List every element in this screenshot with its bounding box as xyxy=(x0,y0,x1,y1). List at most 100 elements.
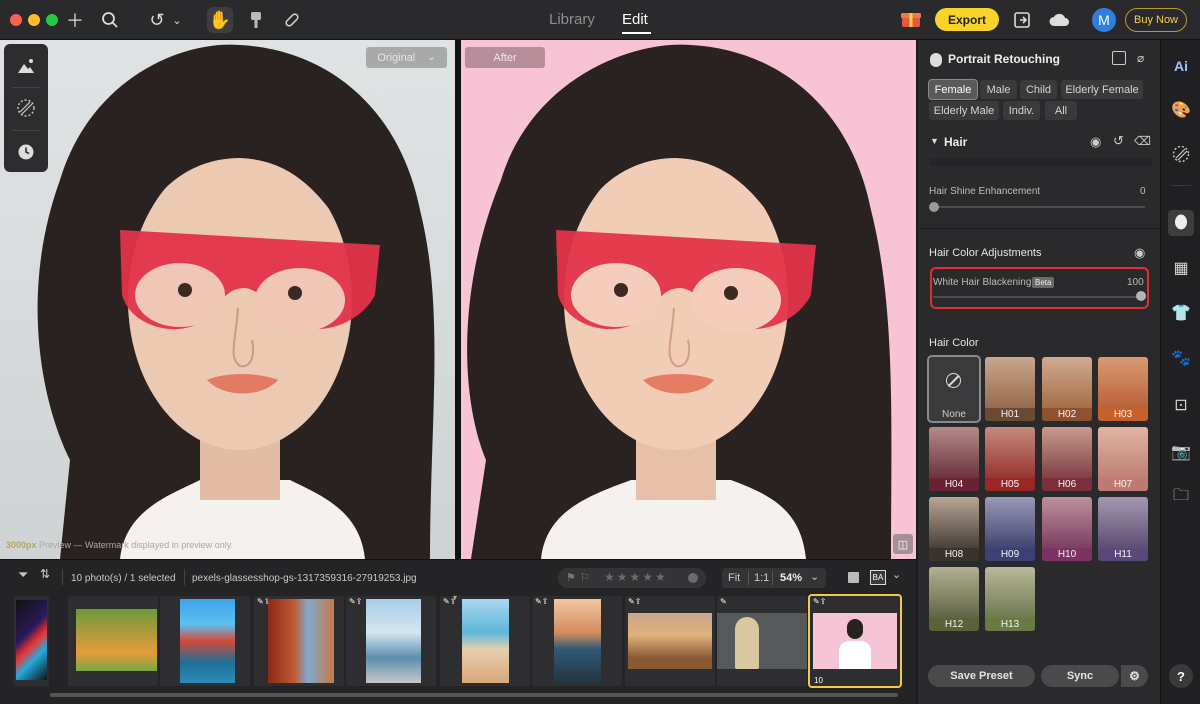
ai-icon[interactable]: Ai xyxy=(1169,54,1193,78)
zoom-level[interactable]: 54% xyxy=(780,572,802,584)
shine-slider-track[interactable] xyxy=(932,206,1145,208)
folder-view-icon[interactable]: 🗀 xyxy=(1169,485,1193,509)
swatch-h01[interactable]: H01 xyxy=(985,357,1035,421)
link-icon[interactable]: ⌀ xyxy=(1137,51,1144,65)
thumbnail[interactable]: ✎⇪ xyxy=(440,596,530,686)
filmstrip-toolbar: ⏷ ⇅ 10 photo(s) / 1 selected pexels-glas… xyxy=(0,560,916,594)
swatch-h13[interactable]: H13 xyxy=(985,567,1035,631)
swatch-h08[interactable]: H08 xyxy=(929,497,979,561)
image-canvas[interactable]: Original ⌄ 3000px Preview — Watermark di… xyxy=(0,40,916,559)
export-panel-icon[interactable] xyxy=(1010,8,1034,32)
face-select-icon[interactable] xyxy=(1112,51,1126,65)
section-scroll-edge xyxy=(930,158,1152,166)
swatch-h12[interactable]: H12 xyxy=(929,567,979,631)
filter-female[interactable]: Female xyxy=(928,79,978,100)
collapse-triangle-icon[interactable]: ▼ xyxy=(930,136,939,146)
thumbnail[interactable]: ✎ xyxy=(717,596,807,686)
export-button[interactable]: Export xyxy=(935,8,999,31)
swatch-none[interactable]: None xyxy=(927,355,981,423)
thumbnail[interactable]: ✎⇪ xyxy=(346,596,436,686)
white-hair-slider-track[interactable] xyxy=(933,296,1143,298)
thumbnail[interactable]: ✎⇪ xyxy=(254,596,344,686)
thumbnail[interactable]: ✎⇪ xyxy=(532,596,622,686)
shine-slider-knob[interactable] xyxy=(929,202,939,212)
star-rating[interactable]: ★★★★★ xyxy=(604,570,668,584)
camera-icon[interactable]: 📷 xyxy=(1169,440,1193,464)
chevron-down-icon[interactable]: ⌄ xyxy=(892,568,901,581)
sort-icon[interactable]: ⇅ xyxy=(40,567,50,581)
add-icon[interactable]: ＋ xyxy=(63,8,87,32)
filter-individual[interactable]: Indiv. xyxy=(1003,101,1040,120)
swatch-h09[interactable]: H09 xyxy=(985,497,1035,561)
buy-now-button[interactable]: Buy Now xyxy=(1125,8,1187,32)
tab-edit[interactable]: Edit xyxy=(622,11,648,28)
filter-icon[interactable]: ⏷ xyxy=(18,567,28,583)
filter-child[interactable]: Child xyxy=(1020,80,1057,99)
thumbnail[interactable]: ✎⇪ xyxy=(625,596,715,686)
active-tab-indicator xyxy=(622,32,651,34)
zoom-window-button[interactable] xyxy=(46,14,58,26)
chevron-down-icon[interactable]: ▾ xyxy=(453,593,461,602)
cloud-icon[interactable] xyxy=(1047,8,1071,32)
filmstrip-scrollbar[interactable] xyxy=(50,693,898,697)
history-clock-icon[interactable] xyxy=(14,140,38,164)
swatch-h10[interactable]: H10 xyxy=(1042,497,1092,561)
after-photo[interactable]: After ◫ xyxy=(461,40,916,559)
eye-icon[interactable]: ◉ xyxy=(1090,134,1101,150)
reject-flag-icon[interactable]: ⚐ xyxy=(580,571,590,584)
single-view-icon[interactable] xyxy=(848,572,859,583)
before-after-view-icon[interactable]: BA xyxy=(870,570,886,585)
texture-icon[interactable] xyxy=(14,96,38,120)
crop-icon[interactable]: ⊡ xyxy=(1169,393,1193,417)
hand-tool-icon[interactable]: ✋ xyxy=(207,7,233,33)
minimize-window-button[interactable] xyxy=(28,14,40,26)
background-icon[interactable]: ▦ xyxy=(1169,256,1193,280)
white-hair-slider-knob[interactable] xyxy=(1136,291,1146,301)
chevron-down-icon[interactable]: ⌄ xyxy=(810,570,819,583)
auto-adjust-icon[interactable] xyxy=(14,54,38,78)
bandage-tool-icon[interactable] xyxy=(280,8,304,32)
thumbnail[interactable] xyxy=(160,596,250,686)
swatch-h05[interactable]: H05 xyxy=(985,427,1035,491)
save-preset-button[interactable]: Save Preset xyxy=(928,665,1035,687)
texture-icon[interactable] xyxy=(1169,142,1193,166)
erase-icon[interactable]: ⌫ xyxy=(1134,134,1151,148)
swatch-h03[interactable]: H03 xyxy=(1098,357,1148,421)
help-icon[interactable]: ? xyxy=(1169,664,1193,688)
swatch-h02[interactable]: H02 xyxy=(1042,357,1092,421)
user-avatar[interactable]: M xyxy=(1092,8,1116,32)
palette-icon[interactable]: 🎨 xyxy=(1169,98,1193,122)
compare-view-icon[interactable]: ◫ xyxy=(893,534,913,554)
sync-button[interactable]: Sync xyxy=(1041,665,1119,687)
swatch-h04[interactable]: H04 xyxy=(929,427,979,491)
gift-icon[interactable] xyxy=(899,7,923,31)
search-icon[interactable] xyxy=(98,8,122,32)
portrait-icon[interactable] xyxy=(1168,210,1194,236)
chevron-down-icon[interactable]: ⌄ xyxy=(170,8,184,32)
pet-icon[interactable]: 🐾 xyxy=(1169,346,1193,370)
swatch-h11[interactable]: H11 xyxy=(1098,497,1148,561)
eye-icon[interactable]: ◉ xyxy=(1134,245,1145,261)
thumbnail[interactable] xyxy=(14,596,49,686)
ratio-button[interactable]: 1:1 xyxy=(754,572,769,584)
thumbnail[interactable] xyxy=(68,596,158,686)
original-photo[interactable]: Original ⌄ 3000px Preview — Watermark di… xyxy=(0,40,455,559)
close-window-button[interactable] xyxy=(10,14,22,26)
sync-settings-icon[interactable]: ⚙ xyxy=(1121,665,1148,687)
flag-icon[interactable]: ⚑ xyxy=(566,571,576,584)
filter-elderly-male[interactable]: Elderly Male xyxy=(929,101,999,120)
original-dropdown[interactable]: Original ⌄ xyxy=(366,47,447,68)
filter-elderly-female[interactable]: Elderly Female xyxy=(1061,80,1143,99)
thumbnail-selected[interactable]: ✎⇪ 10 xyxy=(808,594,902,688)
brush-tool-icon[interactable] xyxy=(244,8,268,32)
color-label-icon[interactable] xyxy=(688,573,698,583)
filter-male[interactable]: Male xyxy=(980,80,1017,99)
clothing-icon[interactable]: 👕 xyxy=(1169,301,1193,325)
reset-icon[interactable]: ↺ xyxy=(1113,133,1124,149)
swatch-h07[interactable]: H07 xyxy=(1098,427,1148,491)
fit-button[interactable]: Fit xyxy=(728,572,740,584)
undo-icon[interactable]: ↺ xyxy=(145,8,169,32)
filter-all[interactable]: All xyxy=(1045,101,1077,120)
tab-library[interactable]: Library xyxy=(549,11,595,28)
swatch-h06[interactable]: H06 xyxy=(1042,427,1092,491)
